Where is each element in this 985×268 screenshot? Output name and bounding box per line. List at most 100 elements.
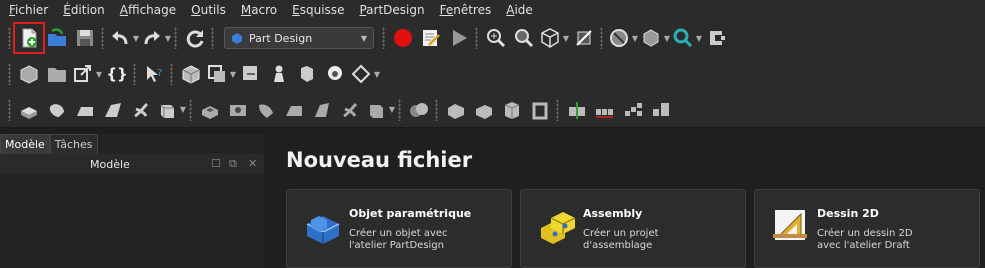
toolbar-grip[interactable] bbox=[600, 27, 603, 49]
additive-pipe-button[interactable] bbox=[100, 97, 126, 123]
select-help-button[interactable]: ? bbox=[141, 61, 167, 87]
clone-button[interactable] bbox=[322, 61, 348, 87]
view-isometric-button[interactable] bbox=[539, 25, 561, 51]
toolbar-grip[interactable] bbox=[556, 98, 559, 121]
float-panel-icon[interactable]: ☐ bbox=[211, 157, 221, 170]
fit-selection-button[interactable] bbox=[511, 25, 537, 51]
redo-button[interactable] bbox=[141, 25, 163, 51]
draft-ruler-icon bbox=[773, 210, 807, 240]
create-group-button[interactable] bbox=[44, 61, 70, 87]
boolean-button[interactable] bbox=[406, 97, 432, 123]
menu-aide[interactable]: Aide bbox=[497, 3, 539, 17]
toolbar-grip[interactable] bbox=[382, 27, 385, 49]
save-button[interactable] bbox=[72, 25, 98, 51]
hole-button[interactable] bbox=[225, 97, 251, 123]
card-assembly[interactable]: Assembly Créer un projet d'assemblage bbox=[520, 189, 746, 268]
polar-pattern-button[interactable] bbox=[620, 97, 646, 123]
additive-primitive-dropdown-icon[interactable]: ▼ bbox=[179, 97, 187, 123]
toolbar-grip[interactable] bbox=[170, 63, 173, 85]
whats-this-button[interactable] bbox=[672, 25, 694, 51]
thickness-button[interactable] bbox=[527, 97, 553, 123]
open-document-button[interactable] bbox=[44, 25, 70, 51]
subtractive-helix-button[interactable] bbox=[337, 97, 363, 123]
menu-affichage[interactable]: Affichage bbox=[111, 3, 182, 17]
card-2d-drawing[interactable]: Dessin 2D Créer un dessin 2D avec l'atel… bbox=[754, 189, 980, 268]
redo-dropdown-icon[interactable]: ▼ bbox=[164, 25, 172, 51]
create-part-button[interactable] bbox=[16, 61, 42, 87]
undo-dropdown-icon[interactable]: ▼ bbox=[132, 25, 140, 51]
subtractive-primitive-button[interactable] bbox=[365, 97, 387, 123]
mirrored-button[interactable] bbox=[564, 97, 590, 123]
macro-execute-button[interactable] bbox=[446, 25, 472, 51]
draw-style-button[interactable] bbox=[608, 25, 630, 51]
restore-panel-icon[interactable]: ⧉ bbox=[229, 157, 237, 171]
pad-button[interactable] bbox=[16, 97, 42, 123]
tab-modele[interactable]: Modèle bbox=[0, 134, 50, 154]
menu-fichier[interactable]: Fichier bbox=[0, 3, 54, 17]
fillet-button[interactable] bbox=[443, 97, 469, 123]
card-description: Créer un objet avec l'atelier PartDesign bbox=[349, 228, 448, 251]
toolbar-grip[interactable] bbox=[174, 27, 177, 49]
linear-pattern-button[interactable] bbox=[592, 97, 618, 123]
measure-button[interactable] bbox=[571, 25, 597, 51]
validate-sketch-button[interactable] bbox=[238, 61, 264, 87]
subtractive-loft-button[interactable] bbox=[281, 97, 307, 123]
undo-button[interactable] bbox=[109, 25, 131, 51]
macro-record-button[interactable] bbox=[390, 25, 416, 51]
toolbar-grip[interactable] bbox=[101, 27, 104, 49]
toolbar-grip[interactable] bbox=[8, 63, 11, 85]
clamp-button[interactable] bbox=[704, 25, 730, 51]
additive-primitive-button[interactable] bbox=[156, 97, 178, 123]
toolbar-grip[interactable] bbox=[8, 27, 11, 49]
toolbar-grip[interactable] bbox=[8, 98, 11, 121]
revolution-button[interactable] bbox=[44, 97, 70, 123]
menu-partdesign[interactable]: PartDesign bbox=[350, 3, 430, 17]
datum-plane-button[interactable] bbox=[350, 61, 372, 87]
link-dropdown-icon[interactable]: ▼ bbox=[95, 61, 103, 87]
sketch-dropdown-icon[interactable]: ▼ bbox=[229, 61, 237, 87]
toolbar-grip[interactable] bbox=[133, 63, 136, 85]
draft-button[interactable] bbox=[499, 97, 525, 123]
fit-all-button[interactable] bbox=[483, 25, 509, 51]
tab-taches[interactable]: Tâches bbox=[49, 134, 98, 154]
bounding-box-dropdown-icon[interactable]: ▼ bbox=[663, 25, 671, 51]
menu-macro[interactable]: Macro bbox=[232, 3, 283, 17]
create-sketch-button[interactable] bbox=[206, 61, 228, 87]
shape-binder-button[interactable] bbox=[266, 61, 292, 87]
workbench-selector[interactable]: Part Design ▼ bbox=[224, 27, 374, 49]
whats-this-dropdown-icon[interactable]: ▼ bbox=[695, 25, 703, 51]
additive-helix-button[interactable] bbox=[128, 97, 154, 123]
toolbar-grip[interactable] bbox=[398, 98, 401, 121]
toolbar-grip[interactable] bbox=[189, 98, 192, 121]
new-document-button[interactable] bbox=[13, 22, 45, 54]
draft-icon bbox=[504, 101, 520, 119]
menu-outils[interactable]: Outils bbox=[182, 3, 232, 17]
toolbar-grip[interactable] bbox=[435, 98, 438, 121]
draw-style-dropdown-icon[interactable]: ▼ bbox=[631, 25, 639, 51]
groove-icon bbox=[259, 103, 273, 118]
chamfer-button[interactable] bbox=[471, 97, 497, 123]
macro-edit-button[interactable] bbox=[418, 25, 444, 51]
record-icon bbox=[394, 29, 412, 47]
view-dropdown-icon[interactable]: ▼ bbox=[562, 25, 570, 51]
menu-edition[interactable]: Édition bbox=[54, 3, 111, 17]
menu-esquisse[interactable]: Esquisse bbox=[283, 3, 350, 17]
subtractive-pipe-button[interactable] bbox=[309, 97, 335, 123]
create-body-button[interactable] bbox=[178, 61, 204, 87]
additive-loft-button[interactable] bbox=[72, 97, 98, 123]
subtractive-primitive-dropdown-icon[interactable]: ▼ bbox=[388, 97, 396, 123]
multi-transform-button[interactable] bbox=[648, 97, 674, 123]
toolbar-grip[interactable] bbox=[211, 27, 214, 49]
toolbar-grip[interactable] bbox=[475, 27, 478, 49]
variable-set-button[interactable]: {} bbox=[104, 61, 130, 87]
subshape-binder-button[interactable] bbox=[294, 61, 320, 87]
menu-fenetres[interactable]: Fenêtres bbox=[431, 3, 498, 17]
card-parametric-object[interactable]: Objet paramétrique Créer un objet avec l… bbox=[286, 189, 512, 268]
link-button[interactable] bbox=[72, 61, 94, 87]
pocket-button[interactable] bbox=[197, 97, 223, 123]
bounding-box-button[interactable] bbox=[640, 25, 662, 51]
datum-dropdown-icon[interactable]: ▼ bbox=[373, 61, 381, 87]
groove-button[interactable] bbox=[253, 97, 279, 123]
refresh-button[interactable] bbox=[182, 25, 208, 51]
close-panel-icon[interactable]: ✕ bbox=[248, 157, 257, 170]
